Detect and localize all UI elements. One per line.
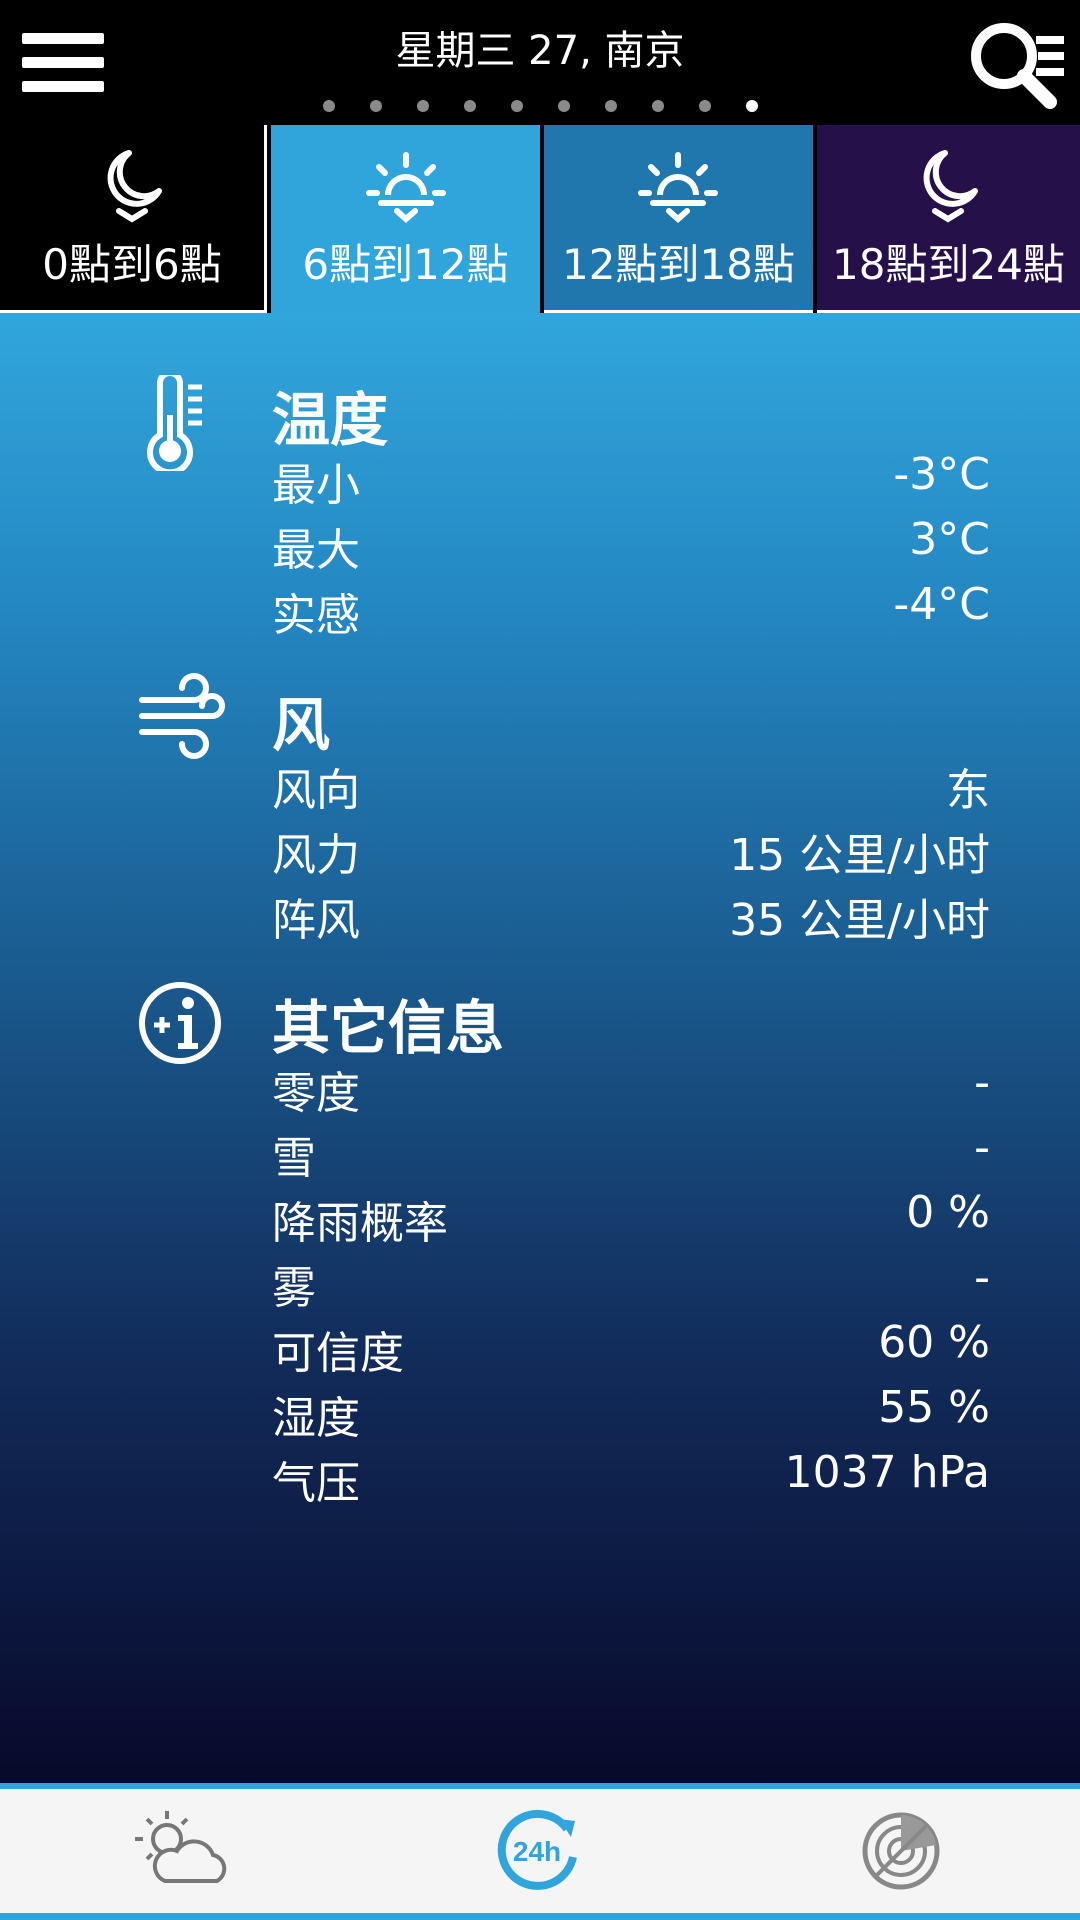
sunrise-icon — [365, 152, 446, 224]
page-title: 星期三 27, 南京 — [395, 28, 685, 74]
row-label: 阵风 — [272, 895, 360, 946]
row-value: - — [974, 1122, 990, 1173]
data-row: 阵风 35 公里/小时 — [272, 884, 990, 946]
data-row: 湿度 55 % — [272, 1382, 990, 1444]
data-row: 风力 15 公里/小时 — [272, 819, 990, 881]
section-title: 风 — [272, 691, 331, 759]
row-label: 可信度 — [272, 1328, 404, 1379]
24h-label: 24h — [513, 1836, 561, 1867]
data-row: 实感 -4°C — [272, 579, 990, 641]
bottom-accent-bar — [0, 1913, 1080, 1920]
menu-icon-line — [22, 33, 104, 44]
data-row: 风向 东 — [272, 754, 990, 816]
data-row: 雪 - — [272, 1122, 990, 1184]
radar-icon — [862, 1812, 940, 1890]
row-label: 降雨概率 — [272, 1198, 448, 1249]
forecast-button[interactable] — [125, 1799, 235, 1903]
wind-icon — [139, 673, 225, 759]
moon-icon — [924, 150, 979, 223]
period-tabs: 0點到6點 6點到12點 12點到18點 18點到24點 — [0, 125, 1080, 313]
data-row: 最小 -3°C — [272, 449, 990, 511]
search-icon — [971, 23, 1064, 109]
row-value: 1037 hPa — [784, 1447, 990, 1498]
row-value: - — [974, 1057, 990, 1108]
page-dot[interactable] — [463, 100, 476, 112]
tab-label: 0點到6點 — [42, 240, 222, 289]
row-label: 气压 — [272, 1458, 360, 1509]
row-label: 风力 — [272, 830, 360, 881]
row-label: 风向 — [272, 765, 360, 816]
page-dot[interactable] — [557, 100, 570, 112]
section-title: 其它信息 — [272, 994, 505, 1062]
page-dot[interactable] — [698, 100, 711, 112]
row-value: 0 % — [906, 1187, 990, 1238]
tab-12-18[interactable]: 12點到18點 — [544, 125, 813, 313]
row-label: 零度 — [272, 1068, 360, 1119]
tab-6-12[interactable]: 6點到12點 — [271, 125, 540, 313]
page-dot[interactable] — [369, 100, 382, 112]
top-bar: 星期三 27, 南京 — [0, 0, 1080, 125]
detail-panel: 温度 最小 -3°C 最大 3°C 实感 -4°C 风 风向 东 风力 15 公… — [0, 313, 1080, 1783]
page-dot[interactable] — [416, 100, 429, 112]
tab-label: 18點到24點 — [832, 240, 1065, 289]
thermometer-icon — [147, 375, 202, 471]
row-value: -3°C — [893, 449, 990, 500]
moon-icon — [107, 150, 162, 223]
page-dot[interactable] — [651, 100, 664, 112]
row-value: - — [974, 1252, 990, 1303]
data-row: 雾 - — [272, 1252, 990, 1314]
bottom-nav: 24h — [0, 1789, 1080, 1913]
row-label: 实感 — [272, 590, 360, 641]
menu-icon-line — [22, 57, 104, 68]
page-dot[interactable] — [604, 100, 617, 112]
tab-18-24[interactable]: 18點到24點 — [816, 125, 1080, 313]
search-button[interactable] — [966, 18, 1066, 112]
radar-button[interactable] — [846, 1799, 956, 1903]
hourly-button[interactable]: 24h — [485, 1799, 595, 1903]
row-label: 雾 — [272, 1263, 316, 1314]
info-plus-icon — [139, 982, 221, 1064]
row-value: 60 % — [878, 1317, 990, 1368]
page-dot[interactable] — [510, 100, 523, 112]
sunrise-icon — [638, 152, 719, 224]
data-row: 可信度 60 % — [272, 1317, 990, 1379]
row-value: 35 公里/小时 — [729, 895, 990, 946]
data-row: 最大 3°C — [272, 514, 990, 576]
forecast-icon — [135, 1811, 227, 1883]
row-value: 55 % — [878, 1382, 990, 1433]
row-label: 最大 — [272, 525, 360, 576]
row-value: 15 公里/小时 — [729, 830, 990, 881]
row-value: -4°C — [893, 579, 990, 630]
data-row: 气压 1037 hPa — [272, 1447, 990, 1509]
tab-label: 6點到12點 — [302, 240, 509, 289]
data-row: 降雨概率 0 % — [272, 1187, 990, 1249]
row-label: 最小 — [272, 460, 360, 511]
section-title: 温度 — [272, 386, 389, 454]
24h-icon: 24h — [497, 1809, 577, 1890]
tab-label: 12點到18點 — [562, 240, 795, 289]
row-value: 东 — [946, 765, 990, 816]
data-row: 零度 - — [272, 1057, 990, 1119]
page-indicator — [0, 100, 1080, 116]
row-label: 湿度 — [272, 1393, 360, 1444]
page-dot[interactable] — [322, 100, 335, 112]
menu-button[interactable] — [22, 30, 104, 94]
page-dot-active[interactable] — [745, 100, 758, 112]
row-value: 3°C — [909, 514, 990, 565]
tab-0-6[interactable]: 0點到6點 — [0, 125, 268, 313]
row-label: 雪 — [272, 1133, 316, 1184]
menu-icon-line — [22, 81, 104, 92]
